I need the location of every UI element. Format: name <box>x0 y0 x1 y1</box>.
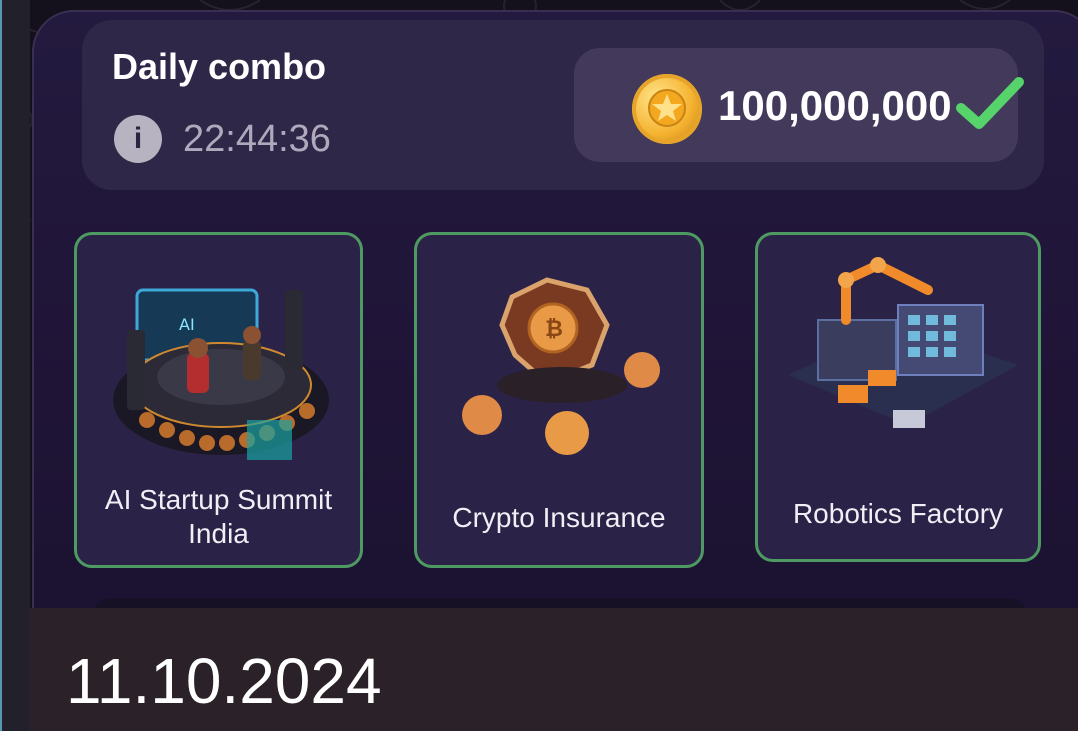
date-label: 11.10.2024 <box>66 645 382 717</box>
card-label: AI Startup Summit India <box>77 483 360 551</box>
card-ai-startup-summit[interactable]: AI AI Startup Summit India <box>74 232 363 568</box>
combo-timer: 22:44:36 <box>183 118 331 160</box>
card-label: Robotics Factory <box>792 498 1004 529</box>
svg-text:₿: ₿ <box>545 317 563 342</box>
card-label: Crypto Insurance <box>452 502 666 533</box>
left-edge-strip <box>0 0 30 731</box>
reward-amount: 100,000,000 <box>718 82 952 129</box>
card-label-line2: India <box>188 518 249 549</box>
check-icon <box>956 77 1024 129</box>
card-label-line1: AI Startup Summit <box>104 484 333 515</box>
coin-star-icon <box>648 89 686 127</box>
robotics-factory-illustration <box>788 257 1018 428</box>
card-robotics-factory[interactable]: Robotics Factory <box>755 232 1041 562</box>
crypto-insurance-illustration: ₿ <box>462 277 660 455</box>
left-edge-highlight <box>0 0 2 731</box>
coin-icon <box>632 74 702 144</box>
daily-combo-title: Daily combo <box>112 46 327 87</box>
ai-summit-stage-illustration: AI <box>113 288 329 460</box>
info-icon[interactable]: i <box>114 115 162 163</box>
card-crypto-insurance[interactable]: ₿ Crypto Insurance <box>414 232 704 568</box>
svg-text:AI: AI <box>179 315 195 334</box>
